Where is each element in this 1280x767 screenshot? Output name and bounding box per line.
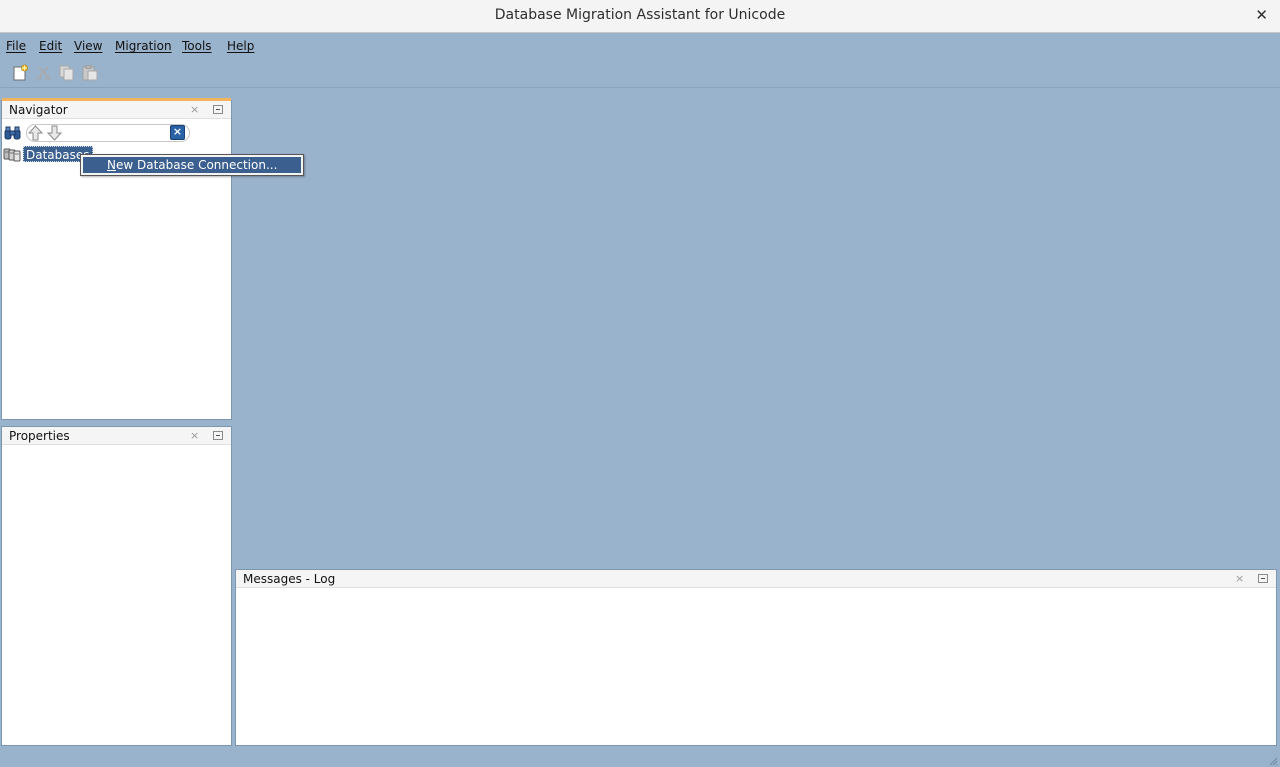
- navigator-header: Navigator ×: [2, 101, 231, 119]
- navigator-minimize-button[interactable]: [213, 105, 223, 114]
- menu-tools[interactable]: Tools: [182, 39, 212, 53]
- clear-search-icon[interactable]: ×: [170, 125, 185, 140]
- menu-bar: File Edit View Migration Tools Help: [0, 34, 1280, 58]
- menu-item-mnemonic: N: [107, 158, 116, 172]
- copy-icon[interactable]: [58, 64, 76, 82]
- arrow-up-icon[interactable]: [27, 125, 44, 141]
- navigator-panel: Navigator × × Databases: [1, 98, 232, 420]
- arrow-down-icon[interactable]: [46, 125, 63, 141]
- properties-title: Properties: [9, 429, 70, 443]
- new-file-icon[interactable]: [11, 64, 29, 82]
- navigator-toolbar: ×: [2, 122, 231, 144]
- main-toolbar: [0, 58, 1280, 88]
- menu-migration[interactable]: Migration: [115, 39, 172, 53]
- properties-close-button[interactable]: ×: [190, 429, 199, 442]
- menu-view[interactable]: View: [74, 39, 102, 53]
- properties-minimize-button[interactable]: [213, 431, 223, 440]
- menu-help[interactable]: Help: [227, 39, 254, 53]
- window-titlebar: Database Migration Assistant for Unicode…: [0, 0, 1280, 33]
- window-close-button[interactable]: ✕: [1255, 6, 1268, 24]
- navigator-title: Navigator: [9, 103, 68, 117]
- tree-context-menu: New Database Connection...: [80, 154, 304, 176]
- messages-log-minimize-button[interactable]: [1258, 574, 1268, 583]
- messages-log-panel: Messages - Log ×: [235, 569, 1277, 746]
- resize-grip-icon[interactable]: [1268, 755, 1278, 766]
- menu-file[interactable]: File: [6, 39, 26, 53]
- messages-log-title: Messages - Log: [243, 572, 336, 586]
- database-folder-icon: [3, 146, 21, 162]
- cut-icon[interactable]: [35, 64, 53, 82]
- window-title: Database Migration Assistant for Unicode: [494, 7, 786, 23]
- paste-icon[interactable]: [81, 64, 99, 82]
- properties-header: Properties ×: [2, 427, 231, 445]
- messages-log-close-button[interactable]: ×: [1235, 572, 1244, 585]
- new-database-connection-menu-item[interactable]: New Database Connection...: [83, 157, 301, 173]
- status-bar: [0, 748, 1280, 767]
- menu-item-label: ew Database Connection...: [115, 158, 278, 172]
- navigator-close-button[interactable]: ×: [190, 103, 199, 116]
- menu-edit[interactable]: Edit: [39, 39, 62, 53]
- properties-panel: Properties ×: [1, 426, 232, 746]
- messages-log-header: Messages - Log ×: [236, 570, 1276, 588]
- binoculars-icon[interactable]: [4, 125, 21, 141]
